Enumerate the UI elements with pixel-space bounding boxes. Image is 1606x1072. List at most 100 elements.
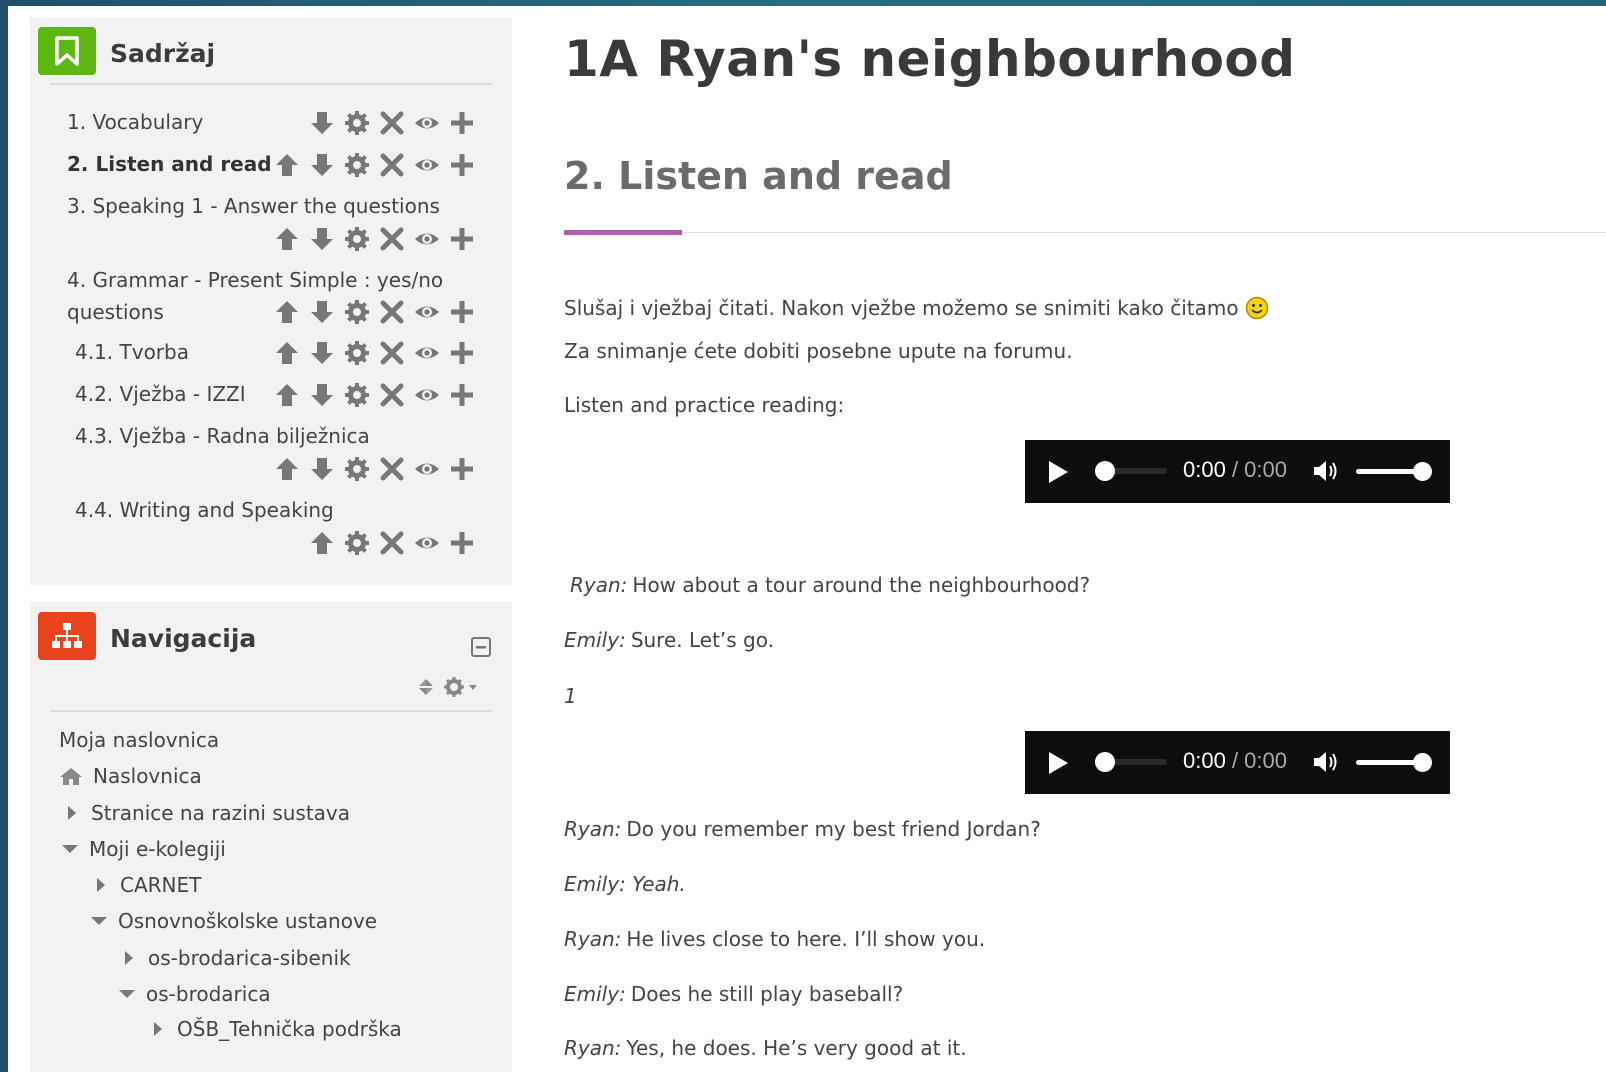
toc-item-vocabulary[interactable]: 1. Vocabulary (67, 107, 203, 137)
nav-item-label: Naslovnica (93, 764, 202, 788)
dialogue-text: Do you remember my best friend Jordan? (626, 817, 1041, 841)
plus-icon[interactable] (444, 378, 479, 412)
eye-icon[interactable] (409, 295, 444, 329)
volume-icon[interactable] (1312, 749, 1340, 775)
eye-icon[interactable] (409, 526, 444, 560)
arrow-up-icon[interactable] (269, 378, 304, 412)
plus-icon[interactable] (444, 452, 479, 486)
arrow-up-icon[interactable] (269, 336, 304, 370)
arrow-up-icon[interactable] (269, 295, 304, 329)
arrow-down-icon[interactable] (304, 378, 339, 412)
smiley-icon (1245, 296, 1268, 320)
toc-item-listen-and-read[interactable]: 2. Listen and read (67, 149, 272, 179)
nav-item-carnet[interactable]: CARNET (92, 873, 201, 897)
toc-item-vjezba-izzi[interactable]: 4.2. Vježba - IZZI (75, 379, 246, 409)
divider (50, 710, 492, 712)
audio-progress-bar[interactable] (1095, 752, 1167, 772)
navigation-block: Navigacija Moja naslovnica Naslovnica St… (30, 602, 512, 1072)
arrow-up-icon[interactable] (269, 148, 304, 182)
eye-icon[interactable] (409, 148, 444, 182)
plus-icon[interactable] (444, 336, 479, 370)
nav-item-moji-e-kolegiji[interactable]: Moji e-kolegiji (61, 837, 226, 861)
progress-knob[interactable] (1095, 752, 1115, 772)
delete-icon[interactable] (374, 222, 409, 256)
volume-knob[interactable] (1413, 462, 1432, 481)
play-icon[interactable] (1047, 751, 1069, 775)
delete-icon[interactable] (374, 526, 409, 560)
eye-icon[interactable] (409, 106, 444, 140)
arrow-down-icon[interactable] (304, 148, 339, 182)
eye-icon[interactable] (409, 378, 444, 412)
gear-icon[interactable] (339, 222, 374, 256)
arrow-down-icon[interactable] (304, 295, 339, 329)
delete-icon[interactable] (374, 295, 409, 329)
toc-block-header: Sadržaj (38, 27, 493, 87)
arrow-down-icon[interactable] (304, 452, 339, 486)
nav-item-naslovnica[interactable]: Naslovnica (59, 764, 202, 788)
dialogue-text: He lives close to here. I’ll show you. (626, 927, 986, 951)
nav-item-moja-naslovnica[interactable]: Moja naslovnica (59, 728, 219, 752)
dialogue-line: Emily: Yeah. (564, 872, 691, 896)
gear-icon[interactable] (339, 106, 374, 140)
arrow-up-icon[interactable] (269, 452, 304, 486)
collapse-icon[interactable] (470, 636, 492, 658)
audio-total-time: 0:00 (1244, 748, 1287, 773)
toc-item-radna-biljeznica[interactable]: 4.3. Vježba - Radna bilježnica (75, 421, 370, 451)
eye-icon[interactable] (409, 336, 444, 370)
nav-item-osb-tehnicka-podrska[interactable]: OŠB_Tehnička podrška (149, 1017, 402, 1041)
divider (50, 83, 492, 85)
arrow-up-icon[interactable] (304, 526, 339, 560)
volume-slider[interactable] (1356, 753, 1432, 772)
toc-item-tvorba[interactable]: 4.1. Tvorba (75, 337, 189, 367)
toc-item-speaking-1[interactable]: 3. Speaking 1 - Answer the questions (67, 191, 440, 221)
gear-icon[interactable] (339, 378, 374, 412)
gear-icon[interactable] (339, 336, 374, 370)
delete-icon[interactable] (374, 378, 409, 412)
nav-block-title: Navigacija (110, 624, 257, 653)
move-icon[interactable] (415, 676, 437, 698)
arrow-down-icon[interactable] (304, 336, 339, 370)
audio-progress-bar[interactable] (1095, 461, 1167, 481)
gear-icon[interactable] (339, 295, 374, 329)
toc-controls (269, 222, 479, 256)
delete-icon[interactable] (374, 148, 409, 182)
gear-icon[interactable] (339, 526, 374, 560)
caret-right-icon (149, 1020, 167, 1038)
delete-icon[interactable] (374, 336, 409, 370)
arrow-down-icon[interactable] (304, 106, 339, 140)
arrow-up-icon[interactable] (269, 222, 304, 256)
nav-block-header: Navigacija (38, 612, 493, 672)
volume-knob[interactable] (1413, 753, 1432, 772)
gear-icon[interactable] (339, 452, 374, 486)
toc-item-writing-and-speaking[interactable]: 4.4. Writing and Speaking (75, 495, 334, 525)
nav-tools (415, 676, 479, 698)
plus-icon[interactable] (444, 295, 479, 329)
audio-player[interactable]: 0:00 / 0:00 (1025, 440, 1450, 503)
nav-item-stranice[interactable]: Stranice na razini sustava (63, 801, 350, 825)
delete-icon[interactable] (374, 106, 409, 140)
gear-dropdown-icon[interactable] (443, 676, 479, 698)
delete-icon[interactable] (374, 452, 409, 486)
eye-icon[interactable] (409, 452, 444, 486)
progress-knob[interactable] (1095, 461, 1115, 481)
volume-slider[interactable] (1356, 462, 1432, 481)
volume-icon[interactable] (1312, 458, 1340, 484)
divider (564, 232, 1606, 233)
toc-item-grammar-line2[interactable]: questions (67, 297, 164, 327)
plus-icon[interactable] (444, 222, 479, 256)
plus-icon[interactable] (444, 526, 479, 560)
arrow-down-icon[interactable] (304, 222, 339, 256)
nav-item-os-brodarica[interactable]: os-brodarica (118, 982, 271, 1006)
audio-player[interactable]: 0:00 / 0:00 (1025, 731, 1450, 794)
plus-icon[interactable] (444, 148, 479, 182)
play-icon[interactable] (1047, 460, 1069, 484)
nav-item-label: CARNET (120, 873, 202, 897)
gear-icon[interactable] (339, 148, 374, 182)
nav-item-os-brodarica-sibenik[interactable]: os-brodarica-sibenik (120, 946, 351, 970)
caret-right-icon (120, 949, 138, 967)
toc-block-title: Sadržaj (110, 39, 216, 68)
toc-item-grammar-line1[interactable]: 4. Grammar - Present Simple : yes/no (67, 265, 443, 295)
eye-icon[interactable] (409, 222, 444, 256)
nav-item-osnovnoskolske[interactable]: Osnovnoškolske ustanove (90, 909, 377, 933)
plus-icon[interactable] (444, 106, 479, 140)
